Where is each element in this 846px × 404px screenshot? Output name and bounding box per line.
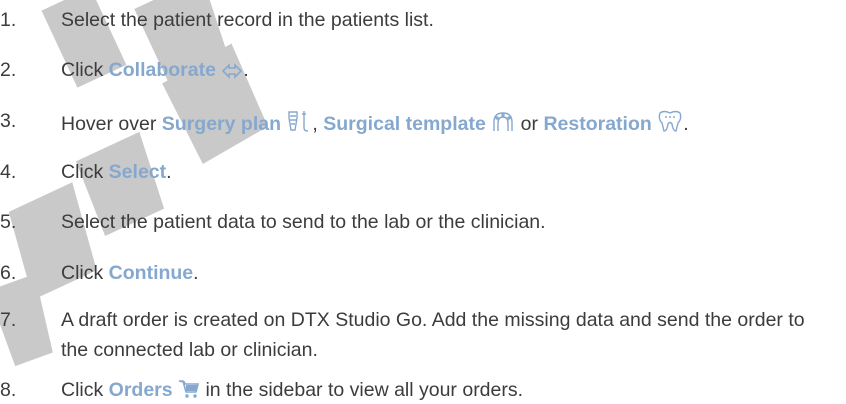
step-number: 7. bbox=[0, 309, 17, 331]
collaborate-arrows-icon bbox=[221, 63, 243, 79]
step-text: Select the patient data to send to the l… bbox=[61, 211, 546, 233]
cart-icon bbox=[178, 379, 200, 399]
step-text: A draft order is created on DTX Studio G… bbox=[61, 309, 805, 361]
restoration-tooth-icon bbox=[657, 109, 683, 133]
step-number: 2. bbox=[0, 59, 17, 81]
collaborate-link[interactable]: Collaborate bbox=[109, 59, 216, 81]
surgery-plan-icon bbox=[286, 109, 312, 133]
step-number: 8. bbox=[0, 379, 17, 401]
step-number: 4. bbox=[0, 161, 17, 183]
step-text: Select the patient record in the patient… bbox=[61, 9, 434, 31]
step-text: Click bbox=[61, 379, 109, 401]
step-number: 1. bbox=[0, 9, 17, 31]
select-link[interactable]: Select bbox=[109, 161, 166, 183]
step-text: Click bbox=[61, 161, 109, 183]
continue-link[interactable]: Continue bbox=[109, 262, 193, 284]
orders-link[interactable]: Orders bbox=[109, 379, 173, 401]
step-number: 6. bbox=[0, 262, 17, 284]
step-text: Click bbox=[61, 262, 109, 284]
step-text: Click bbox=[61, 59, 109, 81]
step-number: 5. bbox=[0, 211, 17, 233]
step-number: 3. bbox=[0, 110, 17, 132]
surgical-template-link[interactable]: Surgical template bbox=[323, 113, 486, 135]
surgical-template-icon bbox=[491, 111, 515, 133]
restoration-link[interactable]: Restoration bbox=[543, 113, 651, 135]
surgery-plan-link[interactable]: Surgery plan bbox=[162, 113, 281, 135]
step-text: Hover over bbox=[61, 113, 162, 135]
step-text-end: . bbox=[243, 59, 249, 81]
